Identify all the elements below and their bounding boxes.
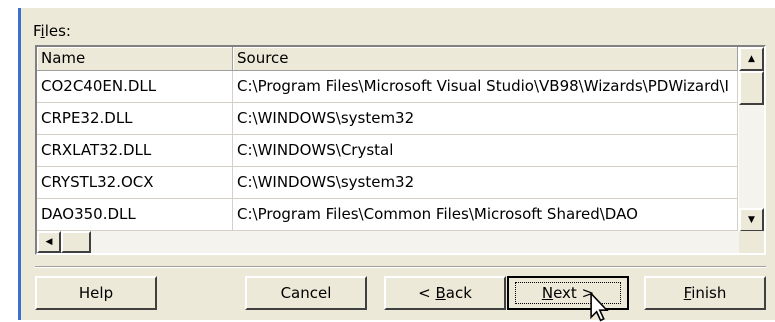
file-name-cell: CO2C40EN.DLL <box>37 71 233 102</box>
file-source-cell: C:\Program Files\Microsoft Visual Studio… <box>233 71 738 102</box>
back-button-label: < <box>418 284 436 302</box>
column-header-source[interactable]: Source <box>233 47 738 71</box>
table-row[interactable]: CRYSTL32.OCX C:\WINDOWS\system32 <box>37 167 738 199</box>
vertical-scroll-thumb[interactable] <box>739 71 764 105</box>
scroll-left-button[interactable]: ◀ <box>37 231 61 253</box>
file-source-cell: C:\WINDOWS\system32 <box>233 167 738 198</box>
list-rows: CO2C40EN.DLL C:\Program Files\Microsoft … <box>37 71 738 231</box>
file-source-cell: C:\WINDOWS\system32 <box>233 103 738 134</box>
file-name-cell: CRPE32.DLL <box>37 103 233 134</box>
horizontal-scroll-thumb[interactable] <box>61 231 91 253</box>
files-label-text-rest: les: <box>44 22 71 40</box>
finish-button[interactable]: Finish <box>644 276 766 310</box>
horizontal-scrollbar[interactable]: ◀ ▶ <box>37 231 764 253</box>
table-row[interactable]: CRXLAT32.DLL C:\WINDOWS\Crystal <box>37 135 738 167</box>
file-source-cell: C:\Program Files\Common Files\Microsoft … <box>233 199 738 230</box>
table-row[interactable]: CRPE32.DLL C:\WINDOWS\system32 <box>37 103 738 135</box>
back-button[interactable]: < Back <box>384 276 506 310</box>
back-button-hotkey: B <box>435 284 446 302</box>
back-button-label-rest: ack <box>445 284 472 302</box>
triangle-down-icon: ▼ <box>748 215 755 225</box>
scroll-up-button[interactable]: ▲ <box>739 47 764 71</box>
table-row[interactable]: CO2C40EN.DLL C:\Program Files\Microsoft … <box>37 71 738 103</box>
file-name-cell: CRXLAT32.DLL <box>37 135 233 166</box>
list-header: Name Source <box>37 47 738 71</box>
scroll-down-button[interactable]: ▼ <box>739 208 764 232</box>
column-header-name[interactable]: Name <box>37 47 233 71</box>
files-label: Files: <box>33 22 71 40</box>
scrollbar-corner <box>739 231 764 253</box>
file-source-cell: C:\WINDOWS\Crystal <box>233 135 738 166</box>
cancel-button[interactable]: Cancel <box>245 276 367 310</box>
help-button-label: Help <box>78 284 114 302</box>
separator-line <box>35 266 766 268</box>
file-name-cell: CRYSTL32.OCX <box>37 167 233 198</box>
arrow-pointer-icon <box>590 292 609 322</box>
help-button[interactable]: Help <box>35 276 157 310</box>
wizard-panel: Files: Name Source CO2C40EN.DLL C:\Progr… <box>18 8 775 320</box>
finish-button-label-rest: inish <box>691 284 727 302</box>
file-name-cell: DAO350.DLL <box>37 199 233 230</box>
vertical-scrollbar[interactable]: ▲ ▼ <box>739 47 764 232</box>
files-label-text: F <box>33 22 41 40</box>
files-list[interactable]: Name Source CO2C40EN.DLL C:\Program File… <box>35 45 766 255</box>
table-row[interactable]: DAO350.DLL C:\Program Files\Common Files… <box>37 199 738 231</box>
next-button-hotkey: N <box>541 284 554 302</box>
triangle-left-icon: ◀ <box>45 237 53 247</box>
cancel-button-label: Cancel <box>280 284 332 302</box>
triangle-up-icon: ▲ <box>748 54 755 64</box>
